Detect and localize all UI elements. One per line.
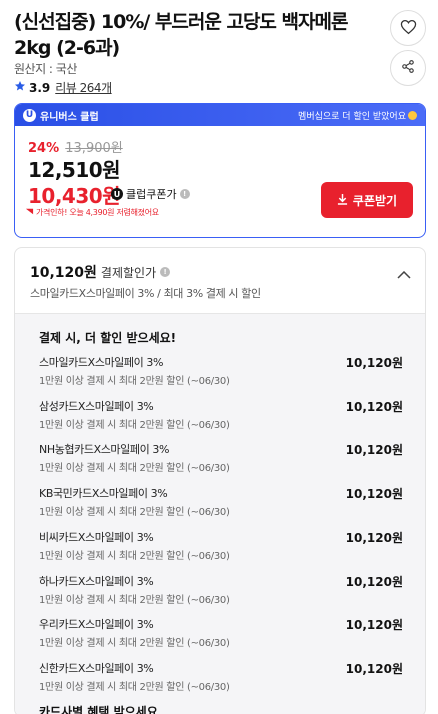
card-discount-price: 10,120원 bbox=[345, 399, 403, 414]
club-header-promo[interactable]: 멤버십으로 더 할인 받았어요 bbox=[298, 109, 417, 122]
heart-icon bbox=[400, 19, 417, 38]
origin-text: 원산지 : 국산 bbox=[14, 62, 77, 76]
card-name: 우리카드X스마일페이 3% bbox=[39, 618, 154, 632]
card-discount-price: 10,120원 bbox=[345, 356, 403, 370]
payment-discount-box: 10,120원 결제할인가 ! 스마일카드X스마일페이 3% / 최대 3% 결… bbox=[14, 247, 426, 714]
coupon-download-label: 쿠폰받기 bbox=[352, 193, 398, 208]
card-description: 1만원 이상 결제 시 최대 2만원 할인 (~06/30) bbox=[39, 681, 230, 693]
card-description: 1만원 이상 결제 시 최대 2만원 할인 (~06/30) bbox=[39, 376, 230, 387]
club-u-icon: U bbox=[111, 188, 123, 200]
card-name: 신한카드X스마일페이 3% bbox=[39, 661, 154, 675]
card-name: 비씨카드X스마일페이 3% bbox=[39, 530, 154, 544]
card-name: NH농협카드X스마일페이 3% bbox=[39, 443, 170, 457]
card-discount-row: 비씨카드X스마일페이 3% 1만원 이상 결제 시 최대 2만원 할인 (~06/… bbox=[39, 529, 403, 569]
payment-discount-price: 10,120원 bbox=[30, 265, 97, 281]
card-discount-price: 10,120원 bbox=[345, 661, 403, 676]
smile-emoji-icon bbox=[408, 110, 417, 120]
card-discount-row: 스마일카드X스마일페이 3% 1만원 이상 결제 시 최대 2만원 할인 (~06… bbox=[39, 354, 403, 394]
universe-club-logo-icon: U bbox=[23, 108, 36, 122]
club-header: U 유니버스 클럽 멤버십으로 더 할인 받았어요 bbox=[15, 104, 425, 126]
coupon-download-button[interactable]: 쿠폰받기 bbox=[321, 182, 413, 218]
club-coupon-label: U 클럽쿠폰가 ! bbox=[111, 186, 190, 202]
card-description: 1만원 이상 결제 시 최대 2만원 할인 (~06/30) bbox=[39, 463, 230, 475]
payment-discount-toggle[interactable]: 10,120원 결제할인가 ! 스마일카드X스마일페이 3% / 최대 3% 결… bbox=[15, 248, 425, 313]
card-discount-row: 하나카드X스마일페이 3% 1만원 이상 결제 시 최대 2만원 할인 (~06/… bbox=[39, 573, 403, 613]
review-count-link[interactable]: 리뷰 264개 bbox=[55, 79, 112, 96]
card-discount-row: KB국민카드X스마일페이 3% 1만원 이상 결제 시 최대 2만원 할인 (~0… bbox=[39, 485, 403, 525]
price-drop-note-text: 가격인하! 오늘 4,390원 저렴해졌어요 bbox=[36, 208, 159, 217]
payment-price-label: 결제할인가 bbox=[100, 265, 157, 280]
rating-score: 3.9 bbox=[29, 80, 51, 95]
share-button[interactable] bbox=[390, 50, 426, 86]
chevron-up-icon[interactable] bbox=[397, 264, 411, 283]
product-title: (신선집중) 10%/ 부드러운 고당도 백자메론 2kg (2-6과) bbox=[14, 11, 348, 59]
card-discount-price: 10,120원 bbox=[345, 487, 403, 502]
card-discount-row: 삼성카드X스마일페이 3% 1만원 이상 결제 시 최대 2만원 할인 (~06/… bbox=[39, 398, 403, 438]
payment-price-row: 10,120원 결제할인가 ! bbox=[30, 262, 171, 282]
card-name: 삼성카드X스마일페이 3% bbox=[39, 399, 154, 413]
card-name: 하나카드X스마일페이 3% bbox=[39, 574, 154, 588]
card-list-title: 결제 시, 더 할인 받으세요! bbox=[39, 331, 177, 345]
price-drop-note: 가격인하! 오늘 4,390원 저렴해졌어요 bbox=[25, 207, 159, 218]
card-discount-row: 우리카드X스마일페이 3% 1만원 이상 결제 시 최대 2만원 할인 (~06/… bbox=[39, 616, 403, 656]
payment-summary: 스마일카드X스마일페이 3% / 최대 3% 결제 시 할인 bbox=[30, 287, 261, 300]
sale-price: 12,510원 bbox=[28, 158, 121, 182]
info-icon[interactable]: ! bbox=[160, 267, 171, 277]
card-description: 1만원 이상 결제 시 최대 2만원 할인 (~06/30) bbox=[39, 594, 230, 606]
star-icon bbox=[14, 80, 26, 95]
rating-row: 3.9 리뷰 264개 bbox=[14, 79, 112, 96]
price-down-arrow-icon bbox=[25, 207, 34, 218]
club-coupon-price: 10,430원 bbox=[28, 184, 121, 208]
card-description: 1만원 이상 결제 시 최대 2만원 할인 (~06/30) bbox=[39, 419, 230, 431]
card-discount-row: NH농협카드X스마일페이 3% 1만원 이상 결제 시 최대 2만원 할인 (~0… bbox=[39, 441, 403, 481]
info-icon[interactable]: ! bbox=[179, 189, 190, 199]
card-discount-price: 10,120원 bbox=[345, 443, 403, 458]
card-discount-price: 10,120원 bbox=[345, 618, 403, 633]
card-discount-price: 10,120원 bbox=[345, 530, 403, 545]
card-discount-price: 10,120원 bbox=[345, 574, 403, 589]
club-coupon-label-text: 클럽쿠폰가 bbox=[126, 188, 177, 201]
share-icon bbox=[401, 59, 415, 77]
card-name: 스마일카드X스마일페이 3% bbox=[39, 356, 164, 369]
card-discount-list: 결제 시, 더 할인 받으세요! 스마일카드X스마일페이 3% 1만원 이상 결제… bbox=[15, 313, 425, 714]
card-description: 1만원 이상 결제 시 최대 2만원 할인 (~06/30) bbox=[39, 550, 230, 562]
card-description: 1만원 이상 결제 시 최대 2만원 할인 (~06/30) bbox=[39, 507, 230, 519]
club-header-label: 유니버스 클럽 bbox=[40, 111, 99, 123]
download-icon bbox=[337, 193, 348, 208]
more-benefits-text: 카드사별 혜택 받으세요 bbox=[39, 705, 158, 714]
club-header-promo-text: 멤버십으로 더 할인 받았어요 bbox=[298, 111, 406, 122]
card-discount-row: 신한카드X스마일페이 3% 1만원 이상 결제 시 최대 2만원 할인 (~06/… bbox=[39, 660, 403, 700]
card-name: KB국민카드X스마일페이 3% bbox=[39, 487, 168, 501]
wishlist-button[interactable] bbox=[390, 10, 426, 46]
card-description: 1만원 이상 결제 시 최대 2만원 할인 (~06/30) bbox=[39, 638, 230, 650]
club-price-box: U 유니버스 클럽 멤버십으로 더 할인 받았어요 24% 13,900원 12… bbox=[14, 103, 426, 238]
